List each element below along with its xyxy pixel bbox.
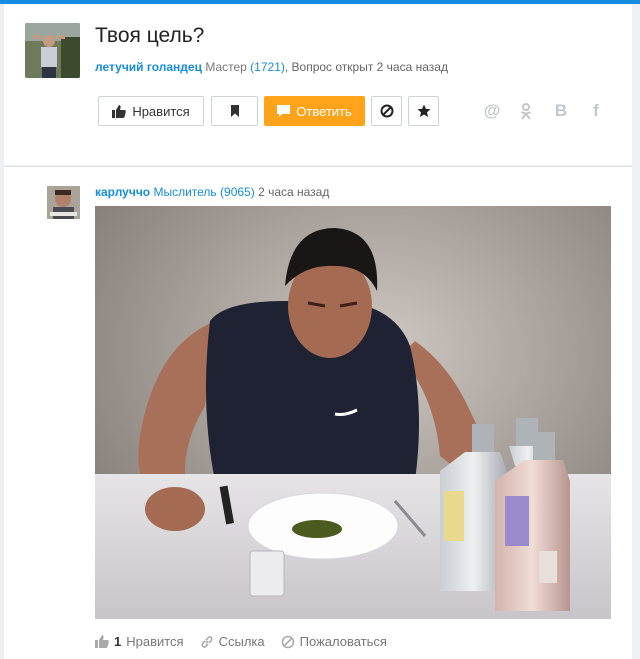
answer-time: 2 часа назад — [258, 185, 330, 199]
answer-author-link[interactable]: карлуччо — [95, 185, 150, 199]
favorite-button[interactable] — [408, 96, 439, 126]
answer-report-button[interactable]: Пожаловаться — [281, 634, 387, 649]
question-card: Твоя цель? летучий голандец Мастер (1721… — [4, 4, 632, 165]
share-facebook-button[interactable]: f — [585, 100, 607, 122]
answer-photo — [95, 206, 611, 619]
answer-button-label: Ответить — [296, 103, 352, 119]
avatar-photo — [47, 186, 80, 219]
block-button[interactable] — [371, 96, 402, 126]
answer-card: карлуччо Мыслитель (9065) 2 часа назад 1… — [4, 166, 632, 659]
vk-icon: В — [554, 101, 568, 120]
odnoklassniki-icon — [520, 102, 532, 120]
share-vk-button[interactable]: В — [550, 100, 572, 122]
link-icon — [201, 635, 213, 648]
like-button[interactable]: Нравится — [98, 96, 204, 126]
thumb-up-icon — [112, 104, 127, 118]
answer-author-avatar[interactable] — [47, 186, 80, 219]
answer-link-label: Ссылка — [218, 634, 265, 649]
thumb-up-icon — [95, 635, 109, 648]
question-status: , Вопрос открыт 2 часа назад — [284, 60, 448, 74]
answer-image[interactable] — [95, 206, 611, 619]
at-icon: @ — [483, 101, 501, 120]
star-icon — [417, 104, 430, 117]
share-ok-button[interactable] — [515, 100, 537, 122]
bookmark-button[interactable] — [211, 96, 258, 126]
answer-author-points: (9065) — [220, 185, 255, 199]
question-author-avatar[interactable] — [25, 23, 80, 78]
answer-like-button[interactable]: 1 Нравится — [95, 634, 184, 649]
answer-like-label: Нравится — [126, 634, 184, 649]
question-meta: летучий голандец Мастер (1721), Вопрос о… — [95, 60, 448, 74]
answer-button[interactable]: Ответить — [264, 96, 365, 126]
answer-link-button[interactable]: Ссылка — [200, 634, 265, 649]
comment-icon — [277, 104, 291, 117]
answer-report-label: Пожаловаться — [299, 634, 387, 649]
answer-meta: карлуччо Мыслитель (9065) 2 часа назад — [95, 185, 329, 199]
share-mail-button[interactable]: @ — [481, 100, 503, 122]
block-icon — [380, 104, 393, 118]
question-author-rank: Мастер — [205, 60, 247, 74]
block-icon — [281, 635, 294, 648]
facebook-icon: f — [593, 101, 599, 120]
like-button-label: Нравится — [132, 103, 190, 119]
answer-author-rank: Мыслитель — [153, 185, 217, 199]
question-author-points: (1721) — [250, 60, 285, 74]
answer-actions: 1 Нравится Ссылка Пожаловаться — [95, 634, 403, 649]
answer-like-count: 1 — [114, 634, 122, 649]
question-title: Твоя цель? — [95, 24, 205, 47]
bookmark-icon — [230, 105, 239, 117]
question-author-link[interactable]: летучий голандец — [95, 60, 202, 74]
avatar-photo — [25, 23, 80, 78]
